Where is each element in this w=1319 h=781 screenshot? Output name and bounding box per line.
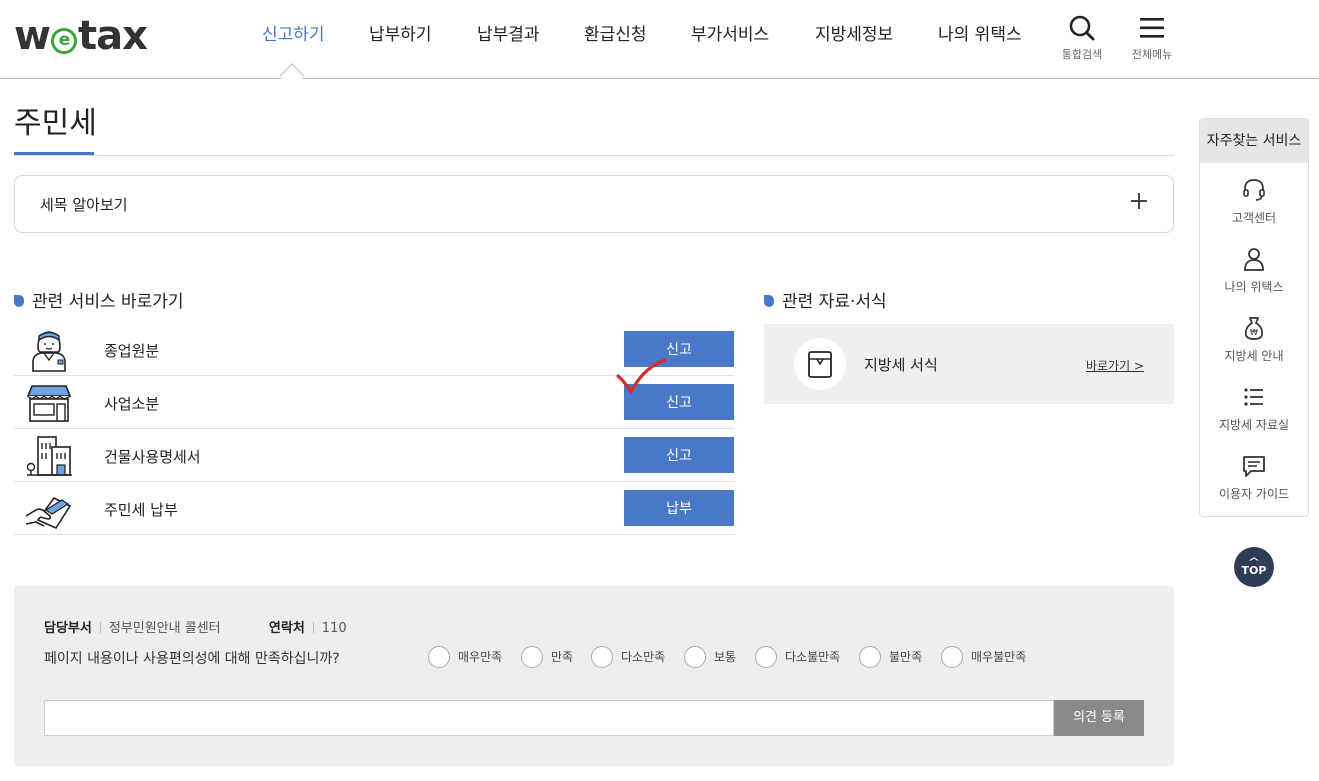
scroll-top-button[interactable]: ︿ TOP bbox=[1234, 547, 1274, 587]
title-accent-bar bbox=[14, 152, 94, 155]
card-payment-icon bbox=[25, 496, 72, 530]
quick-services-panel: 자주찾는 서비스 고객센터 나의 위택스 ₩ 지방세 안내 지방세 자료실 이용… bbox=[1199, 118, 1309, 517]
store-icon bbox=[26, 385, 72, 422]
money-bag-icon: ₩ bbox=[1245, 317, 1263, 340]
radio-very-satisfied[interactable]: 매우만족 bbox=[428, 646, 502, 668]
quick-item-label: 지방세 안내 bbox=[1224, 349, 1284, 363]
document-circle bbox=[794, 338, 846, 390]
service-row-payment: 주민세 납부 납부 bbox=[14, 482, 734, 535]
all-menu-button[interactable]: 전체메뉴 bbox=[1128, 14, 1176, 62]
site-header: w e tax 신고하기 납부하기 납부결과 환급신청 부가서비스 지방세정보 나의… bbox=[0, 0, 1319, 79]
quick-item-user-guide[interactable]: 이용자 가이드 bbox=[1200, 453, 1308, 502]
opinion-input[interactable] bbox=[44, 700, 1054, 736]
quick-services-title: 자주찾는 서비스 bbox=[1200, 119, 1308, 163]
nav-item-extra-services[interactable]: 부가서비스 bbox=[691, 22, 769, 48]
nav-item-refund[interactable]: 환급신청 bbox=[584, 22, 647, 48]
red-checkmark-annotation bbox=[616, 358, 667, 394]
radio-dissatisfied[interactable]: 불만족 bbox=[859, 646, 922, 668]
radio-somewhat-satisfied[interactable]: 다소만족 bbox=[591, 646, 665, 668]
services-section-title: 관련 서비스 바로가기 bbox=[14, 291, 184, 313]
title-divider bbox=[14, 155, 1174, 156]
quick-item-customer-center[interactable]: 고객센터 bbox=[1200, 177, 1308, 226]
top-label: TOP bbox=[1241, 564, 1267, 577]
search-button[interactable]: 통합검색 bbox=[1058, 14, 1106, 62]
quick-item-local-tax-archive[interactable]: 지방세 자료실 bbox=[1200, 384, 1308, 433]
page-title: 주민세 bbox=[14, 106, 97, 141]
quick-item-label: 이용자 가이드 bbox=[1218, 487, 1290, 501]
accordion-label: 세목 알아보기 bbox=[40, 196, 128, 214]
service-name: 종업원분 bbox=[104, 342, 160, 360]
service-name: 사업소분 bbox=[104, 395, 160, 413]
service-list: 종업원분 신고 사업소분 신고 건물사용명세서 신고 주민세 납부 납부 bbox=[14, 323, 734, 535]
survey-question: 페이지 내용이나 사용편의성에 대해 만족하십니까? bbox=[44, 651, 340, 667]
document-icon bbox=[808, 351, 832, 378]
bullet-icon bbox=[14, 295, 24, 307]
forms-box: 지방세 서식 바로가기 > bbox=[764, 324, 1174, 404]
worker-icon bbox=[32, 331, 66, 372]
nav-item-local-tax-info[interactable]: 지방세정보 bbox=[815, 22, 893, 48]
satisfaction-survey: 담당부서 정부민원안내 콜센터 연락처 110 페이지 내용이나 사용편의성에 대해… bbox=[14, 586, 1174, 766]
nav-item-pay[interactable]: 납부하기 bbox=[369, 22, 432, 48]
quick-item-local-tax-guide[interactable]: ₩ 지방세 안내 bbox=[1200, 315, 1308, 364]
person-icon bbox=[1244, 248, 1264, 271]
department-info: 담당부서 정부민원안내 콜센터 연락처 110 bbox=[44, 621, 347, 636]
tax-info-accordion[interactable]: 세목 알아보기 bbox=[14, 175, 1174, 233]
all-menu-label: 전체메뉴 bbox=[1131, 48, 1173, 61]
service-name: 주민세 납부 bbox=[104, 501, 178, 519]
forms-shortcut-link[interactable]: 바로가기 > bbox=[1086, 357, 1144, 374]
svg-text:₩: ₩ bbox=[1250, 328, 1258, 337]
service-name: 건물사용명세서 bbox=[104, 448, 201, 466]
nav-item-report[interactable]: 신고하기 bbox=[262, 22, 325, 48]
quick-item-label: 지방세 자료실 bbox=[1218, 418, 1290, 432]
quick-item-label: 나의 위택스 bbox=[1224, 280, 1284, 294]
radio-somewhat-dissatisfied[interactable]: 다소불만족 bbox=[755, 646, 840, 668]
list-icon bbox=[1244, 388, 1263, 406]
quick-item-my-wetax[interactable]: 나의 위택스 bbox=[1200, 246, 1308, 295]
plus-icon[interactable] bbox=[1129, 191, 1149, 211]
forms-section-title: 관련 자료·서식 bbox=[764, 291, 887, 313]
bullet-icon bbox=[764, 295, 774, 307]
wetax-logo[interactable]: w e tax bbox=[14, 14, 148, 58]
nav-item-pay-result[interactable]: 납부결과 bbox=[477, 22, 540, 48]
search-label: 통합검색 bbox=[1061, 48, 1103, 61]
report-button-building[interactable]: 신고 bbox=[624, 437, 734, 473]
service-row-building: 건물사용명세서 신고 bbox=[14, 429, 734, 482]
headset-icon bbox=[1243, 179, 1265, 201]
hamburger-icon bbox=[1140, 18, 1164, 38]
quick-item-label: 고객센터 bbox=[1231, 211, 1277, 225]
radio-neutral[interactable]: 보통 bbox=[684, 646, 736, 668]
chat-icon bbox=[1243, 456, 1265, 477]
submit-opinion-button[interactable]: 의견 등록 bbox=[1054, 700, 1144, 736]
search-icon bbox=[1069, 15, 1095, 41]
forms-label: 지방세 서식 bbox=[864, 356, 938, 374]
building-icon bbox=[26, 436, 72, 476]
radio-satisfied[interactable]: 만족 bbox=[521, 646, 573, 668]
nav-item-my-wetax[interactable]: 나의 위택스 bbox=[938, 22, 1022, 48]
radio-very-dissatisfied[interactable]: 매우불만족 bbox=[941, 646, 1026, 668]
pay-button-resident-tax[interactable]: 납부 bbox=[624, 490, 734, 526]
chevron-up-icon: ︿ bbox=[1249, 553, 1259, 563]
